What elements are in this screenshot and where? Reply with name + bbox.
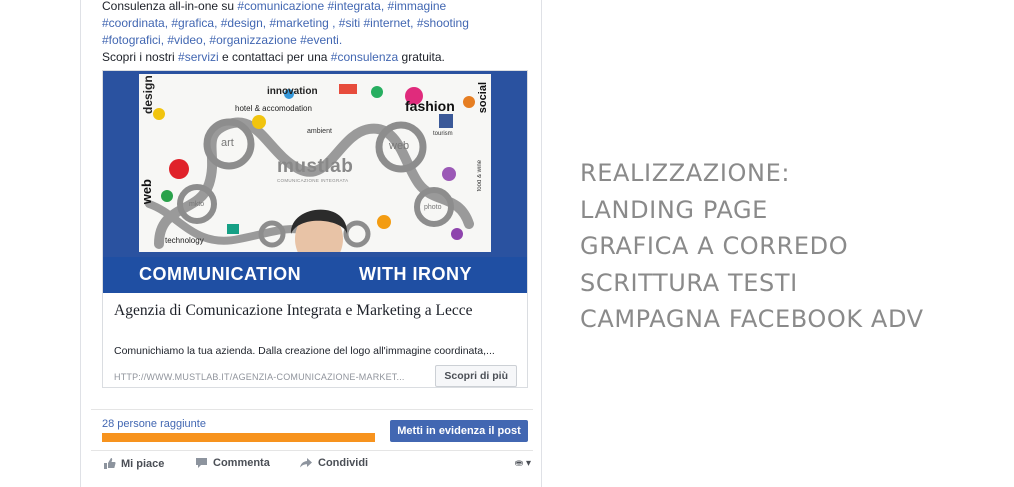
collage-word-mkto: mkto (189, 201, 205, 208)
hashtag-servizi[interactable]: #servizi (178, 50, 219, 64)
link-description: Comunichiamo la tua azienda. Dalla creaz… (114, 345, 495, 357)
collage-word-ambient: ambient (307, 128, 332, 135)
infographic-collage: design innovation hotel & accomodation f… (139, 74, 491, 267)
collage-word-hotel: hotel & accomodation (235, 104, 312, 113)
collage-word-innovation: innovation (267, 86, 318, 97)
collage-brand: mustlab (277, 156, 354, 177)
scopri-button[interactable]: Scopri di più (435, 365, 517, 387)
post-line-4: Scopri i nostri #servizi e contattaci pe… (102, 49, 532, 66)
comment-button[interactable]: Commenta (195, 457, 270, 469)
post-line-4-prefix: Scopri i nostri (102, 50, 179, 64)
services-line: LANDING PAGE (580, 195, 768, 224)
image-banner: COMMUNICATION WITH IRONY (103, 257, 527, 293)
collage-word-fashion: fashion (405, 98, 455, 114)
audience-menu[interactable]: ⛂ ▾ (515, 458, 531, 469)
collage-word-social: social (477, 82, 489, 114)
like-label: Mi piace (121, 457, 165, 470)
collage-word-photo: photo (424, 204, 442, 211)
collage-brand-sub: COMUNICAZIONE INTEGRATA (277, 178, 349, 183)
share-button[interactable]: Condividi (299, 457, 368, 469)
collage-word-art: art (221, 137, 234, 149)
services-line: CAMPAGNA FACEBOOK ADV (580, 305, 924, 333)
post-line-1-text: Consulenza all-in-one su (102, 0, 238, 13)
thumbs-up-icon (104, 458, 116, 469)
collage-word-tourism: tourism (433, 131, 453, 137)
post-text: Consulenza all-in-one su #comunicazione … (102, 0, 532, 66)
link-url: HTTP://WWW.MUSTLAB.IT/AGENZIA-COMUNICAZI… (114, 372, 405, 382)
reach-count[interactable]: 28 persone raggiunte (102, 418, 206, 430)
hashtag-line-2[interactable]: #coordinata, #grafica, #design, #marketi… (102, 15, 532, 32)
services-line: REALIZZAZIONE: (580, 159, 791, 187)
divider (91, 409, 533, 410)
reach-progress-bar (102, 433, 375, 442)
post-line-4-suffix: gratuita. (398, 50, 445, 64)
collage-word-web-side: web (139, 179, 154, 205)
link-preview-image[interactable]: design innovation hotel & accomodation f… (103, 71, 527, 293)
like-button[interactable]: Mi piace (103, 457, 164, 470)
hashtag-consulenza[interactable]: #consulenza (331, 50, 398, 64)
link-title[interactable]: Agenzia di Comunicazione Integrata e Mar… (114, 301, 514, 321)
banner-right-text: WITH IRONY (359, 264, 472, 284)
share-icon (300, 458, 312, 468)
collage-word-web: web (389, 140, 410, 152)
services-list: REALIZZAZIONE: LANDING PAGE GRAFICA A CO… (580, 155, 1000, 338)
divider (91, 450, 533, 451)
chevron-down-icon: ▾ (525, 458, 531, 469)
boost-post-button[interactable]: Metti in evidenza il post (390, 420, 528, 442)
collage-word-technology: technology (165, 236, 204, 245)
share-label: Condividi (318, 457, 369, 469)
collage-word-design: design (141, 75, 155, 114)
post-line-4-mid: e contattaci per una (218, 50, 331, 64)
comment-icon (196, 458, 207, 468)
reach-progress-fill (102, 433, 375, 442)
link-preview[interactable]: design innovation hotel & accomodation f… (102, 70, 528, 388)
services-line: SCRITTURA TESTI (580, 268, 798, 297)
collage-word-food: food & wine (477, 160, 483, 192)
comment-label: Commenta (213, 457, 270, 469)
post-line-1: Consulenza all-in-one su #comunicazione … (102, 0, 532, 15)
facebook-post-card: Consulenza all-in-one su #comunicazione … (80, 0, 542, 487)
services-line: GRAFICA A CORREDO (580, 232, 849, 260)
banner-left-text: COMMUNICATION (139, 264, 302, 284)
hashtag-link[interactable]: #comunicazione #integrata, #immagine (237, 0, 446, 13)
post-actions: Mi piace Commenta Condividi ⛂ ▾ (103, 457, 531, 475)
audience-icon: ⛂ (514, 458, 524, 469)
hashtag-line-3[interactable]: #fotografici, #video, #organizzazione #e… (102, 32, 532, 49)
